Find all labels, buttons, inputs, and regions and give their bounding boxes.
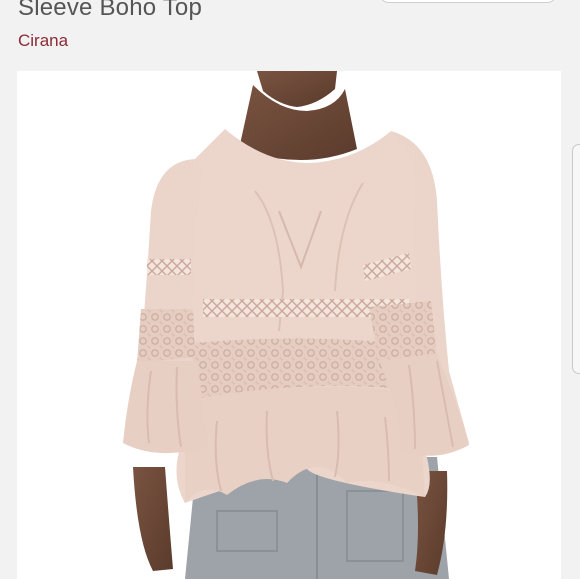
side-scroll-handle[interactable] [572,144,580,374]
product-photo[interactable] [17,71,561,579]
top-action-pill[interactable] [380,0,556,3]
product-illustration [123,71,469,579]
model-neck [239,71,357,160]
listing-title: Sleeve Boho Top [18,0,203,21]
brand-link[interactable]: Cirana [18,31,68,51]
